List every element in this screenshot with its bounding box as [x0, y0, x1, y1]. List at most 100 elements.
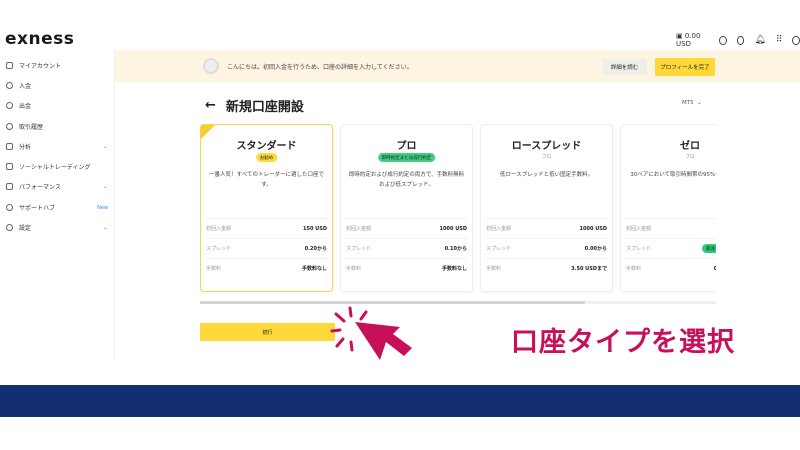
user-icon	[203, 58, 219, 74]
sidebar-item-label: 入金	[19, 83, 32, 90]
globe-icon[interactable]	[719, 35, 727, 45]
row-spread: スプレッド 0.00から	[486, 238, 607, 258]
row-deposit: 初回入金額 150 USD	[206, 218, 327, 238]
sidebar-item-social-trading[interactable]: ソーシャルトレーディング	[6, 162, 108, 171]
new-badge: New	[97, 204, 108, 211]
back-arrow-icon[interactable]: ←	[205, 98, 216, 113]
top-toolbar: ▣ 0.00 USD 🔔︎ ⠿	[676, 32, 800, 48]
sidebar-item-label: マイアカウント	[19, 63, 62, 70]
row-label: スプレッド	[346, 246, 372, 252]
card-description: 30ペアにおいて取引時間帯の95%ゼロスプレッド	[630, 172, 716, 178]
fastest-badge: 最速	[702, 244, 716, 253]
footer-band	[0, 385, 800, 417]
row-deposit: 初回入金額 1000 USD	[486, 218, 607, 238]
sidebar-item-label: 設定	[19, 225, 32, 232]
row-spread: スプレッド 0.10から	[346, 238, 467, 258]
platform-select[interactable]: MT5 ⌄	[682, 100, 702, 106]
sidebar-item-performance[interactable]: パフォーマンス ⌄	[6, 182, 108, 191]
row-value: 3.50 USDまで	[571, 266, 607, 272]
row-label: スプレッド	[486, 246, 512, 252]
row-commission: 手数料 0.	[626, 258, 716, 278]
balance-value: 0.00 USD	[676, 32, 701, 48]
row-value: 150 USD	[303, 225, 327, 232]
row-value: 0.00から	[584, 246, 607, 252]
card-subtitle: プロ	[542, 155, 551, 160]
banner-message: こんにちは。初回入金を行うため、口座の詳細を入力してください。	[227, 64, 413, 71]
exness-logo[interactable]: exness	[5, 29, 74, 49]
page-title: 新規口座開設	[225, 100, 304, 115]
row-label: 初回入金額	[486, 226, 512, 232]
row-value: 手数料なし	[441, 266, 467, 272]
complete-profile-button[interactable]: プロフィールを完了	[655, 58, 715, 76]
sidebar-item-label: サポートハブ	[19, 205, 56, 212]
page-header: ← 新規口座開設	[205, 96, 304, 115]
card-description: 一番人気！すべてのトレーダーに適した口座です。	[209, 172, 324, 188]
chevron-down-icon: ⌄	[102, 224, 108, 231]
sidebar-item-label: 取引履歴	[19, 124, 44, 131]
row-commission: 手数料 手数料なし	[346, 258, 467, 278]
card-subtitle: プロ	[685, 155, 695, 160]
withdraw-icon	[6, 102, 13, 109]
row-label: 手数料	[206, 266, 222, 272]
history-icon	[6, 123, 13, 130]
card-title: プロ	[396, 141, 417, 152]
settings-icon	[6, 224, 13, 231]
execution-badge: 即時約定または成行約定	[377, 153, 436, 162]
card-raw-spread[interactable]: ロースプレッド プロ 低ロースプレッドと低い固定手数料。 初回入金額 1000 U…	[480, 124, 613, 292]
account-type-cards: スタンダード お勧め 一番人気！すべてのトレーダーに適した口座です。 初回入金額…	[200, 124, 716, 294]
row-commission: 手数料 手数料なし	[206, 258, 327, 278]
deposit-icon	[6, 82, 13, 89]
row-value: 0.	[713, 265, 716, 272]
chevron-down-icon: ⌄	[102, 143, 108, 150]
sidebar-item-withdraw[interactable]: 出金	[6, 101, 108, 110]
chevron-down-icon: ⌄	[102, 183, 108, 190]
sidebar-item-label: 分析	[19, 144, 32, 151]
apps-icon[interactable]: ⠿	[776, 35, 783, 45]
profile-icon[interactable]	[792, 35, 800, 45]
row-value: 1000 USD	[439, 225, 467, 232]
sidebar-item-analytics[interactable]: 分析 ⌄	[6, 142, 108, 151]
balance[interactable]: ▣ 0.00 USD	[676, 32, 709, 48]
row-label: 手数料	[346, 266, 362, 272]
sidebar-item-settings[interactable]: 設定 ⌄	[6, 223, 108, 232]
platform-value: MT5	[682, 100, 694, 106]
row-spread: スプレッド 最速	[626, 238, 716, 258]
card-standard[interactable]: スタンダード お勧め 一番人気！すべてのトレーダーに適した口座です。 初回入金額…	[200, 124, 333, 292]
card-title: スタンダード	[236, 141, 297, 152]
card-title: ゼロ	[680, 141, 700, 152]
row-value: 手数料なし	[301, 266, 327, 272]
card-title: ロースプレッド	[511, 141, 582, 152]
sidebar-item-history[interactable]: 取引履歴	[6, 122, 108, 131]
sidebar-item-support-hub[interactable]: サポートハブ New	[6, 203, 108, 212]
click-cursor-icon	[330, 306, 412, 360]
card-description: 低ロースプレッドと低い固定手数料。	[499, 172, 594, 178]
read-more-button[interactable]: 詳細を読む	[602, 59, 647, 75]
row-deposit: 初回入金額	[626, 218, 716, 238]
row-label: スプレッド	[206, 246, 232, 252]
row-label: 初回入金額	[206, 226, 232, 232]
card-pro[interactable]: プロ 即時約定または成行約定 即時約定および成行約定の両方で、手数料無料および低…	[340, 124, 473, 292]
analytics-icon	[6, 143, 13, 150]
row-deposit: 初回入金額 1000 USD	[346, 218, 467, 238]
continue-button[interactable]: 続行	[200, 323, 335, 341]
recommended-badge: お勧め	[255, 153, 278, 162]
sidebar-item-label: 出金	[19, 103, 32, 110]
grid-icon	[6, 62, 13, 69]
row-label: 手数料	[626, 266, 642, 272]
social-icon	[6, 163, 13, 170]
row-value: 0.10から	[444, 246, 467, 252]
chart-icon	[6, 183, 13, 190]
bell-icon[interactable]: 🔔︎	[754, 35, 765, 45]
card-description: 即時約定および成行約定の両方で、手数料無料および低スプレッド。	[348, 172, 465, 188]
sidebar-item-deposit[interactable]: 入金	[6, 81, 108, 90]
sidebar-item-my-account[interactable]: マイアカウント	[6, 61, 108, 70]
row-commission: 手数料 3.50 USDまで	[486, 258, 607, 278]
annotation-text: 口座タイプを選択	[511, 327, 735, 358]
help-icon[interactable]	[736, 35, 745, 45]
row-value: 1000 USD	[579, 225, 607, 232]
row-label: スプレッド	[626, 246, 652, 252]
card-zero[interactable]: ゼロ プロ 30ペアにおいて取引時間帯の95%ゼロスプレッド 初回入金額 スプレ…	[620, 124, 716, 292]
sidebar-item-label: パフォーマンス	[19, 184, 61, 191]
row-value: 0.20から	[304, 246, 327, 252]
row-label: 手数料	[486, 266, 502, 272]
